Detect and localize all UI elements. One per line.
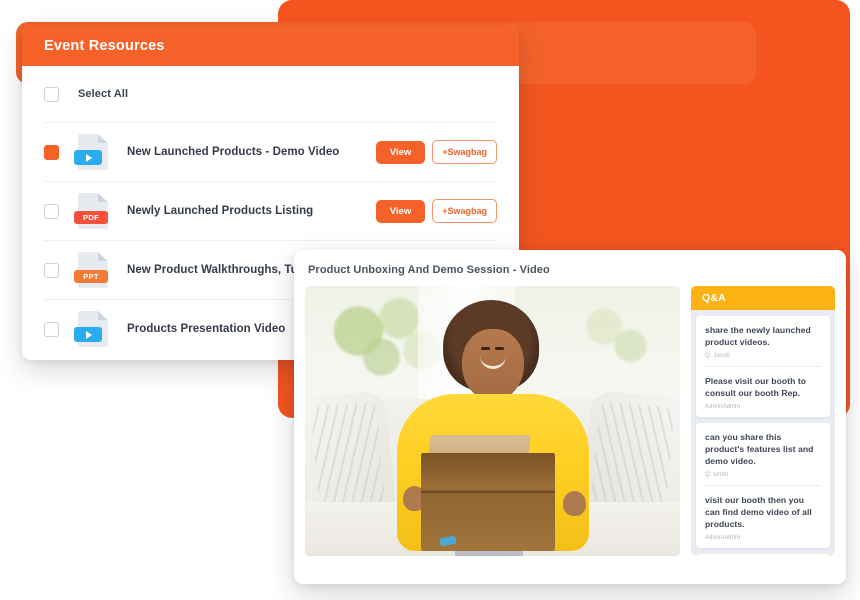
list-item[interactable]: can you share this product's features li…	[696, 423, 830, 548]
qa-answer-author: AdminAdmin	[705, 404, 741, 410]
qa-list[interactable]: share the newly launched product videos.…	[691, 310, 835, 556]
video-session-card: Product Unboxing And Demo Session - Vide…	[294, 250, 846, 584]
qa-panel-header: Q&A	[691, 286, 835, 310]
table-row[interactable]: New Launched Products - Demo Video View …	[44, 122, 497, 181]
add-to-swagbag-button[interactable]: +Swagbag	[432, 199, 497, 223]
event-resources-header: Event Resources	[22, 25, 519, 66]
row-checkbox[interactable]	[44, 321, 59, 337]
qa-question-author: Q: Jacob	[705, 353, 730, 359]
list-item[interactable]: share the newly launched product videos.…	[696, 316, 830, 417]
table-row[interactable]: PDF Newly Launched Products Listing View…	[44, 181, 497, 240]
row-checkbox[interactable]	[44, 262, 59, 278]
page-title: Event Resources	[44, 37, 165, 54]
add-to-swagbag-button[interactable]: +Swagbag	[432, 140, 497, 164]
select-all-checkbox[interactable]	[44, 86, 59, 102]
video-player[interactable]	[305, 286, 680, 556]
qa-question-author: Q: smith	[705, 472, 729, 478]
pdf-file-icon: PDF	[74, 193, 108, 229]
video-file-icon	[74, 311, 108, 347]
select-all-label: Select All	[78, 88, 129, 100]
row-checkbox[interactable]	[44, 203, 59, 219]
qa-answer-text: Please visit our booth to consult our bo…	[705, 376, 807, 398]
qa-question-text: share the newly launched product videos.	[705, 325, 811, 347]
view-button[interactable]: View	[375, 199, 426, 223]
qa-question: share the newly launched product videos.…	[705, 324, 821, 359]
qa-question: can you share this product's features li…	[705, 431, 821, 478]
ppt-badge-label: PPT	[74, 270, 108, 283]
video-file-icon	[74, 134, 108, 170]
qa-panel: Q&A share the newly launched product vid…	[691, 286, 835, 556]
list-item[interactable]: can we purchase new products online and …	[696, 554, 830, 556]
qa-question-text: can you share this product's features li…	[705, 432, 814, 466]
row-actions: View +Swagbag	[375, 199, 497, 223]
ppt-file-icon: PPT	[74, 252, 108, 288]
qa-answer: visit our booth then you can find demo v…	[705, 485, 821, 541]
row-actions: View +Swagbag	[375, 140, 497, 164]
row-checkbox[interactable]	[44, 144, 59, 160]
qa-panel-title: Q&A	[702, 292, 726, 304]
video-session-content: Q&A share the newly launched product vid…	[294, 286, 846, 569]
resource-name: Newly Launched Products Listing	[127, 205, 314, 217]
qa-answer-author: AdminAdmin	[705, 535, 741, 541]
qa-answer-text: visit our booth then you can find demo v…	[705, 495, 812, 529]
view-button[interactable]: View	[375, 140, 426, 164]
select-all-row[interactable]: Select All	[44, 66, 497, 122]
video-session-title: Product Unboxing And Demo Session - Vide…	[308, 264, 550, 276]
qa-answer: Please visit our booth to consult our bo…	[705, 366, 821, 410]
pdf-badge-label: PDF	[74, 211, 108, 224]
resource-name: New Launched Products - Demo Video	[127, 146, 340, 158]
